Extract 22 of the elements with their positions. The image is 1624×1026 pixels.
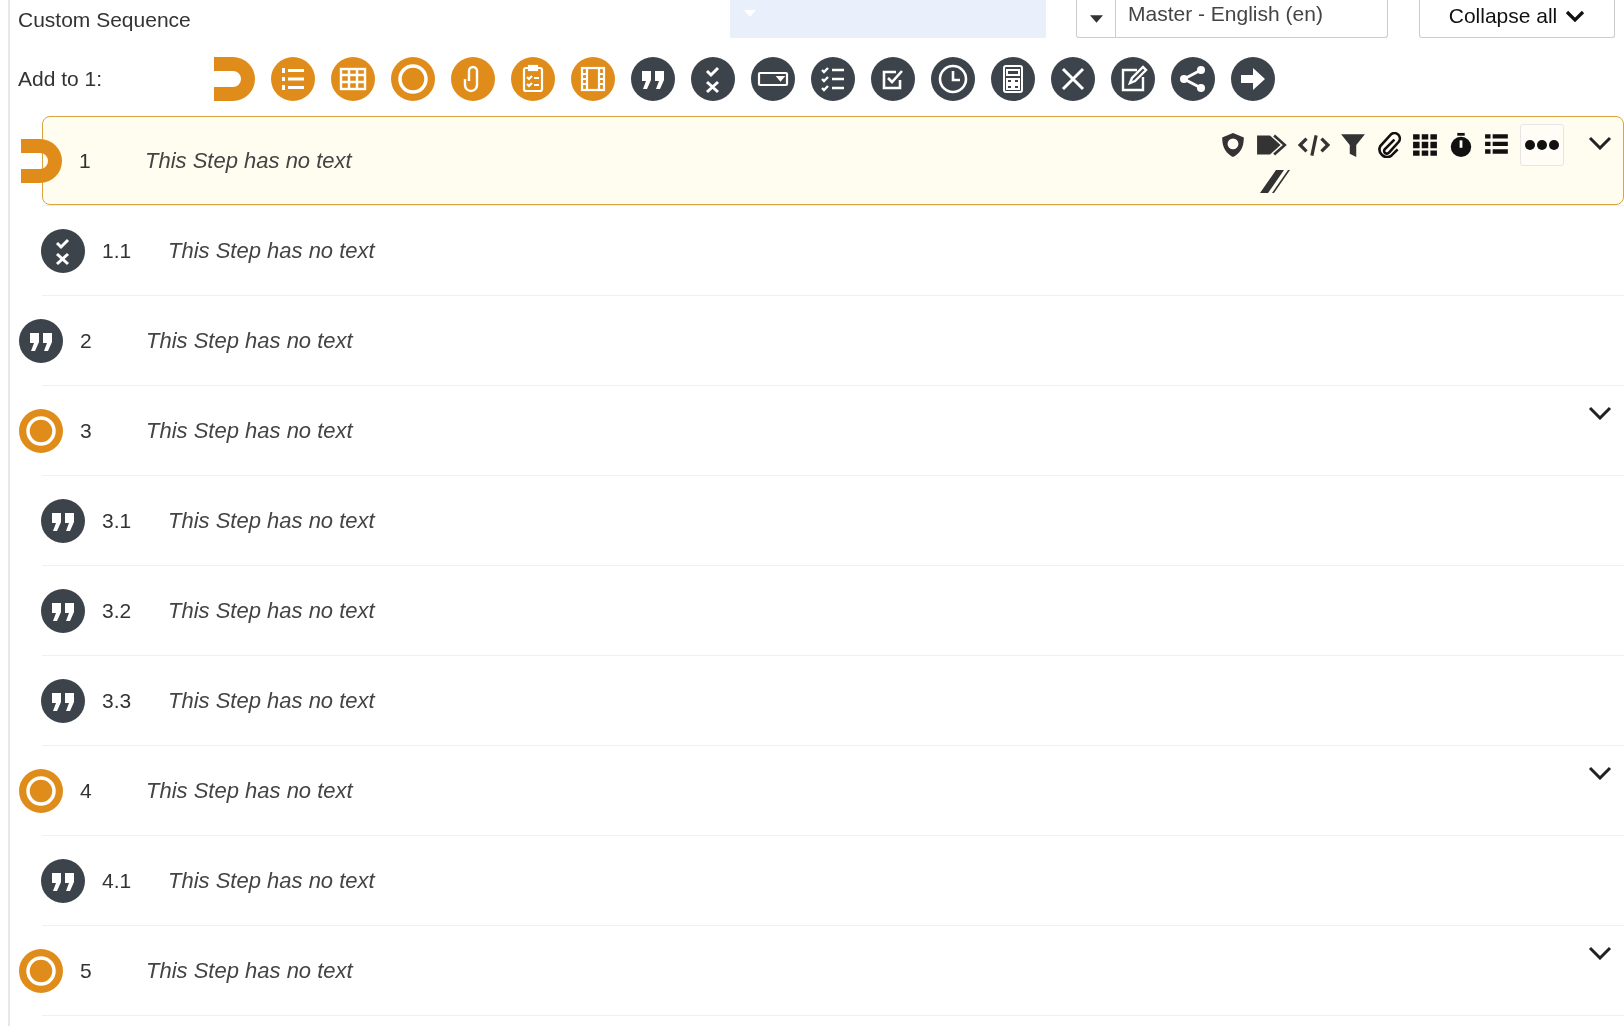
step-text: This Step has no text <box>145 147 352 174</box>
step-number: 1.1 <box>102 238 133 263</box>
step-number: 3.1 <box>102 508 133 533</box>
step-number: 1 <box>79 148 92 173</box>
step-text: This Step has no text <box>168 507 375 534</box>
step-text: This Step has no text <box>168 687 375 714</box>
step-text: This Step has no text <box>168 237 375 264</box>
page-title: Custom Sequence <box>17 7 192 32</box>
add-to-label: Add to 1: <box>17 67 104 91</box>
step-number: 5 <box>80 958 93 983</box>
step-text: This Step has no text <box>168 867 375 894</box>
step-number: 3 <box>80 418 93 443</box>
step-number: 4.1 <box>102 868 133 893</box>
step-text: This Step has no text <box>168 597 375 624</box>
step-text: This Step has no text <box>146 327 353 354</box>
step-text: This Step has no text <box>146 417 353 444</box>
step-number: 3.2 <box>102 598 133 623</box>
step-text: This Step has no text <box>146 777 353 804</box>
step-number: 2 <box>80 328 93 353</box>
step-text: This Step has no text <box>146 957 353 984</box>
step-number: 3.3 <box>102 688 133 713</box>
step-number: 4 <box>80 778 93 803</box>
